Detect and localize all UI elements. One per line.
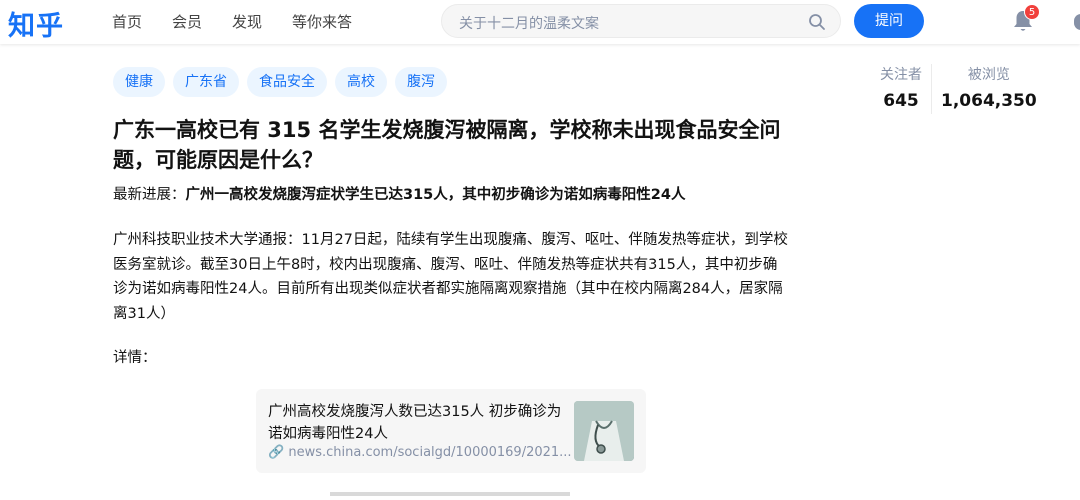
stats-divider bbox=[931, 64, 932, 114]
main-nav: 首页 会员 发现 等你来答 bbox=[112, 11, 382, 32]
question-stats: 关注者 645 被浏览 1,064,350 bbox=[880, 64, 1037, 114]
notification-badge: 5 bbox=[1024, 4, 1040, 20]
link-icon: 🔗 bbox=[268, 445, 285, 460]
progress-label: 最新进展： bbox=[113, 187, 186, 203]
question-title: 广东一高校已有 315 名学生发烧腹泻被隔离，学校称未出现食品安全问题，可能原因… bbox=[113, 118, 781, 172]
tag-guangdong[interactable]: 广东省 bbox=[173, 67, 239, 97]
followers-count: 645 bbox=[883, 91, 919, 111]
latest-progress: 最新进展：广州一高校发烧腹泻症状学生已达315人，其中初步确诊为诺如病毒阳性24… bbox=[113, 184, 685, 206]
followers-stat: 关注者 645 bbox=[880, 64, 922, 114]
link-card-url: 🔗 news.china.com/socialgd/10000169/2021.… bbox=[268, 445, 572, 460]
tag-diarrhea[interactable]: 腹泻 bbox=[395, 67, 447, 97]
nav-waiting-answers[interactable]: 等你来答 bbox=[292, 11, 352, 32]
ask-question-button[interactable]: 提问 bbox=[854, 4, 924, 38]
nav-discover[interactable]: 发现 bbox=[232, 11, 262, 32]
tag-health[interactable]: 健康 bbox=[113, 67, 165, 97]
detail-label: 详情： bbox=[113, 350, 157, 366]
zhihu-logo[interactable]: 知乎 bbox=[8, 4, 64, 43]
views-count: 1,064,350 bbox=[941, 91, 1037, 111]
top-header: 知乎 首页 会员 发现 等你来答 关于十二月的温柔文案 提问 5 bbox=[0, 0, 1080, 44]
search-icon[interactable] bbox=[808, 13, 826, 31]
search-placeholder: 关于十二月的温柔文案 bbox=[459, 16, 599, 32]
doctor-stethoscope-image bbox=[574, 401, 634, 461]
link-card-url-text: news.china.com/socialgd/10000169/2021... bbox=[288, 445, 572, 460]
tag-university[interactable]: 高校 bbox=[335, 67, 387, 97]
question-body: 广州科技职业技术大学通报：11月27日起，陆续有学生出现腹痛、腹泻、呕吐、伴随发… bbox=[113, 232, 788, 322]
followers-label: 关注者 bbox=[880, 67, 922, 83]
progress-text: 广州一高校发烧腹泻症状学生已达315人，其中初步确诊为诺如病毒阳性24人 bbox=[185, 187, 686, 203]
tag-food-safety[interactable]: 食品安全 bbox=[247, 67, 327, 97]
link-card-title: 广州高校发烧腹泻人数已达315人 初步确诊为诺如病毒阳性24人 bbox=[268, 404, 562, 442]
link-card-thumbnail bbox=[574, 401, 634, 461]
views-stat: 被浏览 1,064,350 bbox=[941, 64, 1037, 114]
link-card[interactable]: 广州高校发烧腹泻人数已达315人 初步确诊为诺如病毒阳性24人 🔗 news.c… bbox=[256, 389, 646, 473]
views-label: 被浏览 bbox=[967, 67, 1010, 83]
nav-home[interactable]: 首页 bbox=[112, 11, 142, 32]
search-input[interactable]: 关于十二月的温柔文案 bbox=[441, 4, 841, 38]
topic-tags: 健康 广东省 食品安全 高校 腹泻 bbox=[113, 67, 447, 97]
avatar[interactable] bbox=[1074, 14, 1080, 30]
nav-membership[interactable]: 会员 bbox=[172, 11, 202, 32]
next-card-edge bbox=[330, 492, 570, 496]
